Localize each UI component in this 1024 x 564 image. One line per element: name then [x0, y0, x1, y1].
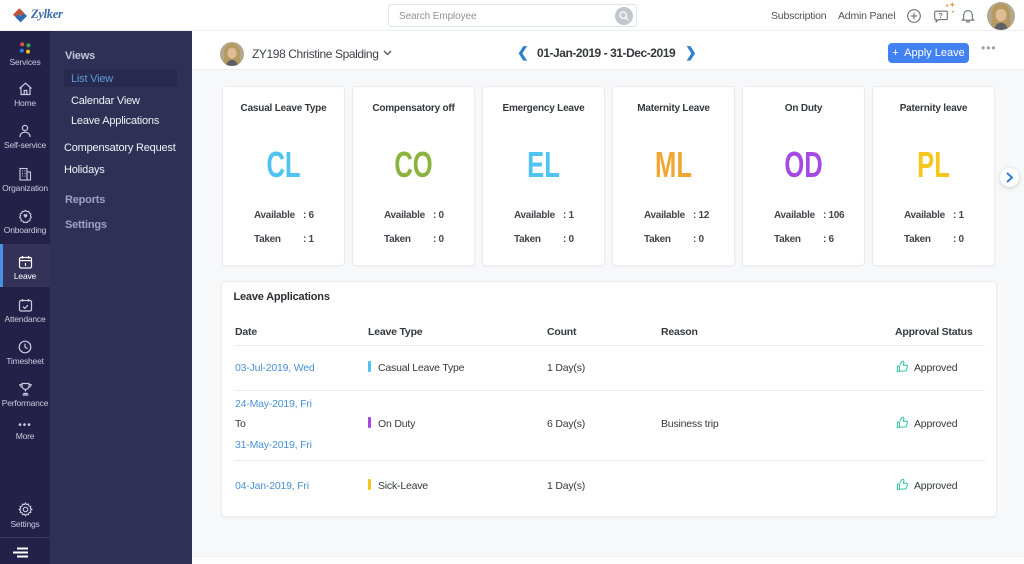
svg-text:?: ? [939, 13, 943, 20]
